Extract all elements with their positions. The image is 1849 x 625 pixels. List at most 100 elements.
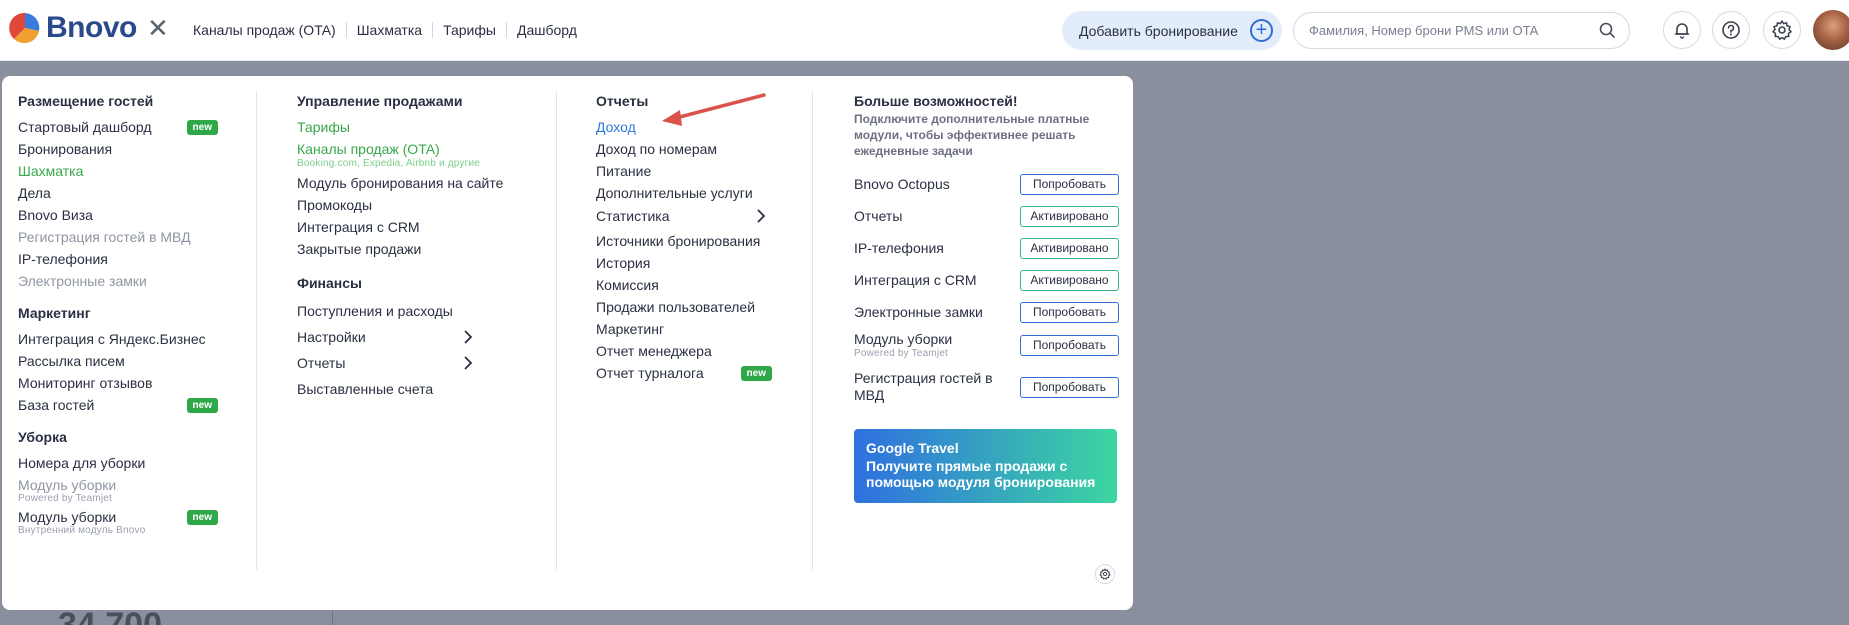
menu-item-cleaning-bnovo[interactable]: Модуль уборки new Внутренний модуль Bnov… <box>18 509 218 536</box>
chevron-right-icon <box>464 330 473 344</box>
menu-settings-button[interactable] <box>1095 564 1115 584</box>
menu-item-review-monitoring[interactable]: Мониторинг отзывов <box>18 372 218 394</box>
avatar[interactable] <box>1813 10 1849 50</box>
nav-dashboard[interactable]: Дашборд <box>517 22 577 38</box>
nav-chessboard[interactable]: Шахматка <box>357 22 422 38</box>
menu-item-booking-sources[interactable]: Источники бронирования <box>596 230 776 252</box>
menu-item-finance-reports[interactable]: Отчеты <box>297 352 473 374</box>
menu-column-reports: Отчеты Доход Доход по номерам Питание До… <box>596 92 776 384</box>
menu-item-revenue-by-rooms[interactable]: Доход по номерам <box>596 138 776 160</box>
menu-item-ip-telephony[interactable]: IP-телефония <box>18 248 218 270</box>
module-name: IP-телефония <box>854 240 944 256</box>
menu-item-marketing-report[interactable]: Маркетинг <box>596 318 776 340</box>
menu-item-income-expenses[interactable]: Поступления и расходы <box>297 300 473 322</box>
settings-button[interactable] <box>1763 11 1801 49</box>
section-title-more: Больше возможностей! <box>854 93 1018 109</box>
menu-item-tariffs[interactable]: Тарифы <box>297 116 537 138</box>
help-icon <box>1722 21 1740 39</box>
annotation-arrow-icon <box>662 93 766 126</box>
menu-item-label: База гостей <box>18 397 95 413</box>
nav-tariffs[interactable]: Тарифы <box>443 22 496 38</box>
menu-item-ota[interactable]: Каналы продаж (OTA) Booking.com, Expedia… <box>297 140 537 169</box>
menu-item-invoices[interactable]: Выставленные счета <box>297 378 473 400</box>
mega-menu: Размещение гостей Стартовый дашборд new … <box>2 76 1133 610</box>
notifications-button[interactable] <box>1663 11 1701 49</box>
module-name: Регистрация гостей в МВД <box>854 370 993 403</box>
module-row-electronic-locks: Электронные замки Попробовать <box>854 302 1119 323</box>
menu-column-guests: Размещение гостей Стартовый дашборд new … <box>18 92 218 536</box>
menu-item-row: Модуль уборки new <box>18 509 218 525</box>
module-name: Электронные замки <box>854 304 983 320</box>
menu-item-bnovo-visa[interactable]: Bnovo Виза <box>18 204 218 226</box>
search-input[interactable] <box>1309 13 1589 48</box>
module-row-mvd: Регистрация гостей в МВД Попробовать <box>854 370 1119 404</box>
google-travel-banner[interactable]: Google Travel Получите прямые продажи с … <box>854 429 1117 503</box>
nav-separator <box>505 22 507 38</box>
nav-sales-channels[interactable]: Каналы продаж (OTA) <box>193 22 336 38</box>
menu-item-crm-integration[interactable]: Интеграция с CRM <box>297 216 537 238</box>
module-name: Bnovo Octopus <box>854 176 950 192</box>
try-button[interactable]: Попробовать <box>1020 334 1119 356</box>
menu-item-user-sales[interactable]: Продажи пользователей <box>596 296 776 318</box>
nav-separator <box>432 22 434 38</box>
menu-item-meals[interactable]: Питание <box>596 160 776 182</box>
menu-item-manager-report[interactable]: Отчет менеджера <box>596 340 776 362</box>
menu-item-booking-module[interactable]: Модуль бронирования на сайте <box>297 172 537 194</box>
section-title-finance: Финансы <box>297 275 362 291</box>
module-row-octopus: Bnovo Octopus Попробовать <box>854 174 1119 195</box>
menu-item-label: Модуль уборки <box>18 477 117 493</box>
menu-item-cleaning-teamjet[interactable]: Модуль уборки Powered by Teamjet <box>18 477 218 504</box>
menu-item-rooms-cleaning[interactable]: Номера для уборки <box>18 452 218 474</box>
menu-item-electronic-locks[interactable]: Электронные замки <box>18 270 218 292</box>
menu-item-label: Статистика <box>596 208 670 224</box>
menu-item-finance-settings[interactable]: Настройки <box>297 326 473 348</box>
search-box <box>1293 12 1630 49</box>
bnovo-logo-icon <box>9 12 40 44</box>
menu-item-email-campaigns[interactable]: Рассылка писем <box>18 350 218 372</box>
module-row-cleaning: Модуль уборки Powered by Teamjet Попробо… <box>854 331 1119 359</box>
menu-item-commission[interactable]: Комиссия <box>596 274 776 296</box>
new-badge: new <box>186 119 218 135</box>
chevron-right-icon <box>757 209 766 223</box>
menu-item-mvd-registration[interactable]: Регистрация гостей в МВД <box>18 226 218 248</box>
menu-item-chessboard[interactable]: Шахматка <box>18 160 218 182</box>
activated-button[interactable]: Активировано <box>1020 206 1119 227</box>
top-bar: Bnovo ✕ Каналы продаж (OTA) Шахматка Тар… <box>0 0 1849 61</box>
column-divider <box>556 92 557 570</box>
module-sub: Powered by Teamjet <box>854 348 949 359</box>
menu-item-label: Настройки <box>297 329 366 345</box>
try-button[interactable]: Попробовать <box>1020 174 1119 195</box>
try-button[interactable]: Попробовать <box>1020 376 1119 398</box>
menu-item-guest-base[interactable]: База гостей new <box>18 394 218 416</box>
menu-item-history[interactable]: История <box>596 252 776 274</box>
gear-icon <box>1099 568 1111 580</box>
menu-item-tasks[interactable]: Дела <box>18 182 218 204</box>
add-booking-button[interactable]: Добавить бронирование + <box>1062 11 1282 50</box>
menu-item-extra-services[interactable]: Дополнительные услуги <box>596 182 776 204</box>
activated-button[interactable]: Активировано <box>1020 270 1119 291</box>
section-title-cleaning: Уборка <box>18 429 67 445</box>
menu-item-tourist-tax-report[interactable]: Отчет турналога new <box>596 362 772 384</box>
menu-item-sub: Внутренний модуль Bnovo <box>18 525 146 536</box>
menu-item-closed-sales[interactable]: Закрытые продажи <box>297 238 537 260</box>
plus-icon: + <box>1250 19 1273 42</box>
menu-item-statistics[interactable]: Статистика <box>596 205 766 227</box>
section-title-marketing: Маркетинг <box>18 305 91 321</box>
close-menu-icon[interactable]: ✕ <box>147 15 169 41</box>
menu-item-start-dashboard[interactable]: Стартовый дашборд new <box>18 116 218 138</box>
search-icon[interactable] <box>1598 21 1617 40</box>
logo[interactable]: Bnovo <box>8 11 137 45</box>
menu-item-bookings[interactable]: Бронирования <box>18 138 218 160</box>
nav-separator <box>345 22 347 38</box>
menu-item-yandex-business[interactable]: Интеграция с Яндекс.Бизнес <box>18 328 218 350</box>
activated-button[interactable]: Активировано <box>1020 238 1119 259</box>
try-button[interactable]: Попробовать <box>1020 302 1119 323</box>
menu-item-label: Отчеты <box>297 355 346 371</box>
menu-column-more: Больше возможностей! Подключите дополнит… <box>854 92 1119 562</box>
menu-item-label: Стартовый дашборд <box>18 119 152 135</box>
menu-item-promocodes[interactable]: Промокоды <box>297 194 537 216</box>
help-button[interactable] <box>1712 11 1750 49</box>
menu-item-label: Отчет турналога <box>596 365 704 381</box>
module-row-crm: Интеграция с CRM Активировано <box>854 270 1119 291</box>
new-badge: new <box>186 397 218 413</box>
